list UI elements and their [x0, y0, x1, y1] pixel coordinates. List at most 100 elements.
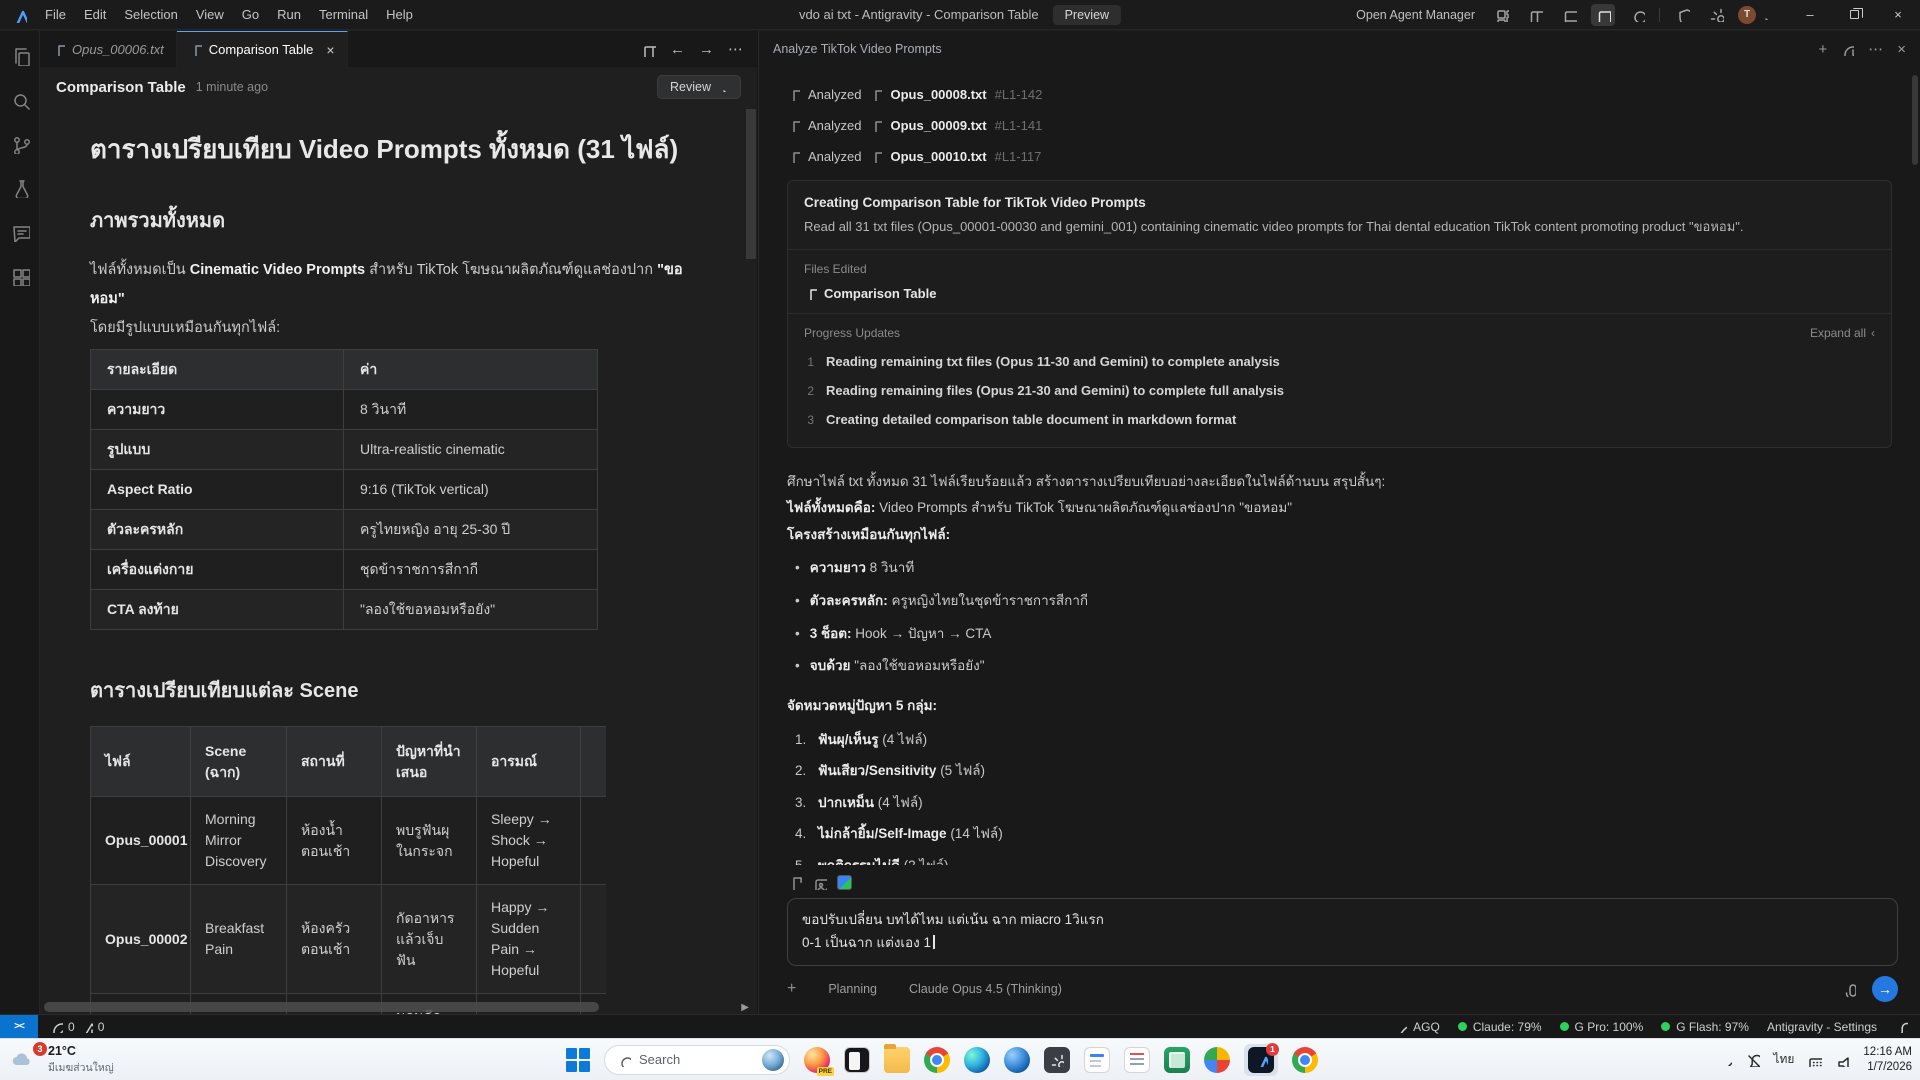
expand-all-button[interactable]: Expand all ‹ [1810, 326, 1875, 340]
progress-item[interactable]: Reading remaining files (Opus 21-30 and … [804, 383, 1875, 398]
gear-icon[interactable] [1704, 4, 1728, 26]
spreadsheet-app-icon[interactable] [1164, 1047, 1190, 1073]
preview-badge[interactable]: Preview [1053, 5, 1121, 25]
dark-app-icon[interactable] [844, 1047, 870, 1073]
add-context-button[interactable]: + [787, 980, 796, 998]
attach-image-icon[interactable] [812, 875, 827, 890]
open-agent-manager-button[interactable]: Open Agent Manager [1356, 8, 1475, 22]
white-app-icon[interactable] [1084, 1047, 1110, 1073]
file-link[interactable]: Opus_00010.txt [890, 149, 986, 164]
scroll-right-arrow-icon[interactable]: ▶ [741, 1002, 749, 1013]
navigate-forward-icon[interactable]: → [699, 41, 714, 58]
edge-blue-icon[interactable] [1004, 1047, 1030, 1073]
analyzed-row[interactable]: Analyzed Opus_00008.txt #L1-142 [787, 87, 1892, 102]
file-icon [869, 88, 882, 101]
toggle-right-panel-icon[interactable] [1591, 4, 1615, 26]
account-menu[interactable]: T [1738, 6, 1770, 24]
new-thread-icon[interactable]: + [1818, 41, 1827, 58]
file-explorer-icon[interactable] [884, 1047, 910, 1073]
restore-button[interactable] [1832, 0, 1876, 30]
item-bold: ฟันผุ/เห็นรู [818, 732, 878, 747]
bell-icon[interactable] [1895, 1020, 1908, 1033]
edited-file-link[interactable]: Comparison Table [804, 286, 1875, 301]
split-editor-icon[interactable] [641, 42, 656, 57]
chrome-icon-2[interactable] [1292, 1047, 1318, 1073]
taskbar-search[interactable]: Search [604, 1045, 790, 1075]
more-actions-icon[interactable]: ⋯ [728, 40, 743, 58]
chrome-icon[interactable] [924, 1047, 950, 1073]
run-debug-icon[interactable] [7, 175, 33, 201]
extensions-icon[interactable] [7, 263, 33, 289]
layout-grid-icon[interactable] [1489, 4, 1513, 26]
shield-icon[interactable] [1670, 4, 1694, 26]
close-tab-icon[interactable]: × [326, 43, 334, 57]
firefox-nightly-icon[interactable]: PRE [804, 1047, 830, 1073]
close-panel-icon[interactable]: × [1897, 41, 1906, 58]
analyzed-row[interactable]: Analyzed Opus_00009.txt #L1-141 [787, 118, 1892, 133]
history-icon[interactable] [1841, 43, 1854, 56]
item-bold: จบด้วย [810, 658, 851, 673]
send-button[interactable]: → [1872, 976, 1898, 1002]
gpro-quota[interactable]: G Pro: 100% [1560, 1020, 1644, 1034]
settings-app-icon[interactable] [1044, 1047, 1070, 1073]
remote-indicator[interactable]: >< [0, 1015, 38, 1038]
antigravity-app-active[interactable]: 1 [1244, 1044, 1278, 1076]
agq-indicator[interactable]: AGQ [1394, 1020, 1440, 1034]
menu-edit[interactable]: Edit [75, 3, 115, 26]
volume-icon[interactable] [1835, 1052, 1850, 1067]
language-indicator[interactable]: ไทย [1773, 1050, 1794, 1069]
menu-view[interactable]: View [187, 3, 233, 26]
explorer-icon[interactable] [7, 43, 33, 69]
edge-icon[interactable] [964, 1047, 990, 1073]
model-selector[interactable]: Claude Opus 4.5 (Thinking) [893, 982, 1062, 996]
tab-comparison-table[interactable]: Comparison Table × [177, 31, 348, 67]
cell: เครื่องแต่งกาย [91, 550, 344, 590]
file-link[interactable]: Opus_00009.txt [890, 118, 986, 133]
send-arrow-icon: → [1878, 981, 1892, 997]
close-button[interactable]: × [1876, 0, 1920, 30]
settings-link[interactable]: Antigravity - Settings [1767, 1020, 1877, 1034]
menu-help[interactable]: Help [377, 3, 422, 26]
menu-terminal[interactable]: Terminal [310, 3, 377, 26]
analyzed-row[interactable]: Analyzed Opus_00010.txt #L1-117 [787, 149, 1892, 164]
review-button[interactable]: Review [657, 75, 741, 99]
problems-indicator[interactable]: 0 0 [50, 1020, 104, 1034]
attach-file-icon[interactable] [787, 875, 802, 890]
bell-off-icon[interactable] [1745, 1052, 1760, 1067]
vertical-scrollbar[interactable] [746, 109, 756, 259]
start-button[interactable] [566, 1048, 590, 1072]
minimize-button[interactable]: – [1788, 0, 1832, 30]
keyboard-icon[interactable] [1807, 1052, 1822, 1067]
search-sidebar-icon[interactable] [7, 87, 33, 113]
claude-quota[interactable]: Claude: 79% [1458, 1020, 1542, 1034]
menu-selection[interactable]: Selection [115, 3, 186, 26]
chat-icon[interactable] [7, 219, 33, 245]
mode-selector[interactable]: Planning [812, 982, 877, 996]
toggle-bottom-panel-icon[interactable] [1557, 4, 1581, 26]
context-source-icon[interactable] [837, 875, 852, 890]
search-icon[interactable] [1625, 4, 1649, 26]
chevron-up-icon[interactable] [1720, 1054, 1732, 1066]
clock[interactable]: 12:16 AM 1/7/2026 [1863, 1045, 1912, 1075]
more-options-icon[interactable]: ⋯ [1868, 40, 1883, 58]
document-app-icon[interactable] [1124, 1047, 1150, 1073]
photos-app-icon[interactable] [1204, 1047, 1230, 1073]
source-control-icon[interactable] [7, 131, 33, 157]
panel-scrollbar[interactable] [1912, 75, 1918, 165]
weather-widget[interactable]: 3 21°C มีเมฆส่วนใหญ่ [10, 1044, 114, 1076]
horizontal-scrollbar[interactable] [44, 1002, 599, 1012]
menu-run[interactable]: Run [268, 3, 310, 26]
file-link[interactable]: Opus_00008.txt [890, 87, 986, 102]
microphone-icon[interactable] [1841, 982, 1856, 997]
search-highlight-image[interactable] [762, 1049, 784, 1071]
menu-go[interactable]: Go [233, 3, 268, 26]
gflash-quota[interactable]: G Flash: 97% [1661, 1020, 1749, 1034]
progress-item[interactable]: Creating detailed comparison table docum… [804, 412, 1875, 427]
chevron-down-icon [1760, 10, 1770, 20]
tab-opus-00006[interactable]: Opus_00006.txt [40, 31, 177, 67]
progress-item[interactable]: Reading remaining txt files (Opus 11-30 … [804, 354, 1875, 369]
message-input[interactable]: ขอปรับเปลี่ยน บทได้ไหม แต่เน้น ฉาก miacr… [787, 898, 1898, 966]
toggle-left-panel-icon[interactable] [1523, 4, 1547, 26]
menu-file[interactable]: File [36, 3, 75, 26]
navigate-back-icon[interactable]: ← [670, 41, 685, 58]
